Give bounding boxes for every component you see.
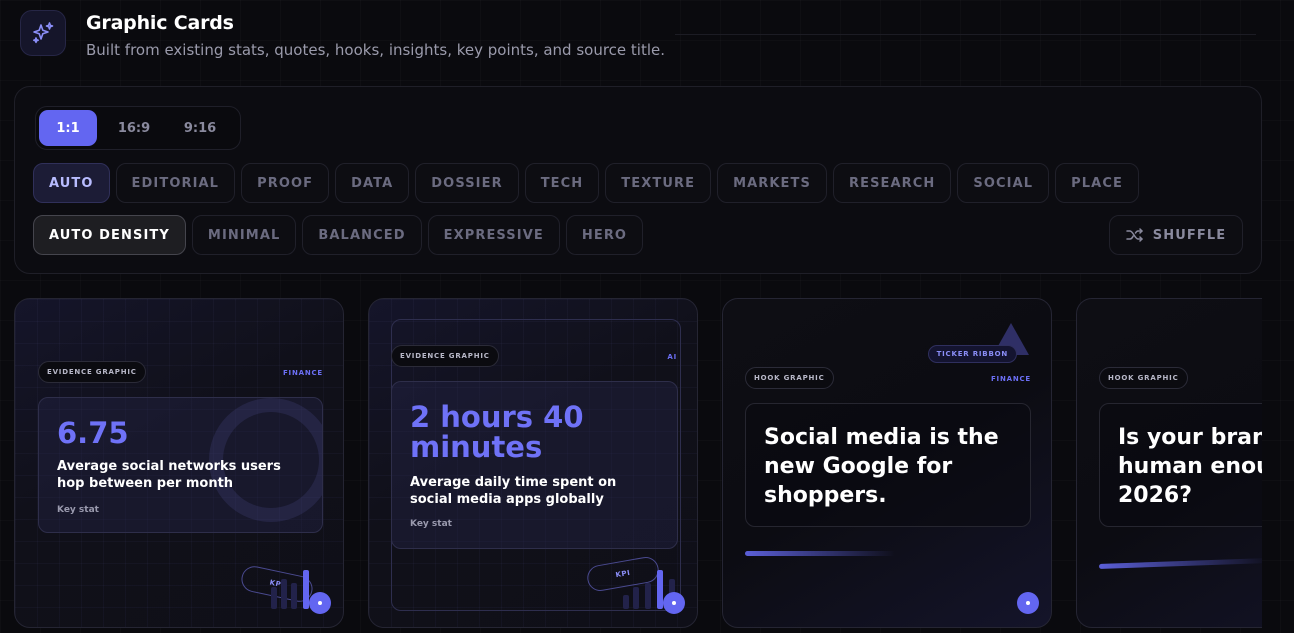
accent-streak: [745, 551, 895, 556]
graphic-card[interactable]: HOOK GRAPHIC Is your brand human enough …: [1076, 298, 1262, 628]
stat-panel: 2 hours 40 minutes Average daily time sp…: [391, 381, 678, 549]
card-type-pill: HOOK GRAPHIC: [745, 367, 834, 389]
style-chip-research[interactable]: RESEARCH: [832, 163, 952, 203]
style-chip-proof[interactable]: PROOF: [241, 163, 330, 203]
sparkles-icon: [20, 10, 66, 56]
card-category-tag: AI: [667, 353, 677, 361]
shuffle-button[interactable]: SHUFFLE: [1109, 215, 1243, 255]
style-chip-row: AUTO EDITORIAL PROOF DATA DOSSIER TECH T…: [33, 163, 1145, 203]
card-type-pill: EVIDENCE GRAPHIC: [38, 361, 146, 383]
hook-line: shoppers.: [764, 483, 887, 508]
page-title: Graphic Cards: [86, 12, 234, 34]
density-chip-minimal[interactable]: MINIMAL: [191, 215, 297, 255]
ratio-9-16-button[interactable]: 9:16: [171, 110, 229, 146]
stat-note: Key stat: [410, 519, 452, 529]
accent-streak: [1098, 558, 1262, 569]
stat-note: Key stat: [57, 505, 99, 515]
style-chip-data[interactable]: DATA: [335, 163, 410, 203]
card-category-tag: FINANCE: [282, 369, 323, 377]
card-action-dot[interactable]: [309, 592, 331, 614]
style-chip-tech[interactable]: TECH: [524, 163, 600, 203]
card-action-dot[interactable]: [663, 592, 685, 614]
card-category-tag: FINANCE: [990, 375, 1031, 383]
kpi-bar: [633, 587, 639, 609]
hook-line: 2026?: [1118, 483, 1192, 508]
style-chip-place[interactable]: PLACE: [1055, 163, 1139, 203]
kpi-bar: [281, 579, 287, 609]
ratio-16-9-button[interactable]: 16:9: [105, 110, 163, 146]
page-header: Graphic Cards Built from existing stats,…: [20, 10, 665, 59]
card-type-pill: EVIDENCE GRAPHIC: [391, 345, 499, 367]
kpi-bar: [623, 595, 629, 609]
style-chip-texture[interactable]: TEXTURE: [605, 163, 712, 203]
style-chip-markets[interactable]: MARKETS: [717, 163, 827, 203]
hook-panel: Is your brand human enough in 2026?: [1099, 403, 1262, 527]
stat-value: 6.75: [57, 416, 129, 450]
stat-panel: 6.75 Average social networks users hop b…: [38, 397, 323, 533]
ticker-ribbon-pill: TICKER RIBBON: [927, 345, 1017, 363]
controls-panel: 1:1 16:9 9:16 AUTO EDITORIAL PROOF DATA …: [14, 86, 1262, 274]
style-chip-auto[interactable]: AUTO: [33, 163, 110, 203]
style-chip-dossier[interactable]: DOSSIER: [415, 163, 519, 203]
density-chip-row: AUTO DENSITY MINIMAL BALANCED EXPRESSIVE…: [33, 215, 649, 255]
hook-line: Is your brand: [1118, 425, 1262, 450]
card-action-dot[interactable]: [1017, 592, 1039, 614]
shuffle-label: SHUFFLE: [1152, 227, 1227, 243]
kpi-bar: [291, 583, 297, 609]
hook-line: new Google for: [764, 454, 953, 479]
page-subtitle: Built from existing stats, quotes, hooks…: [86, 41, 666, 59]
shuffle-icon: [1126, 228, 1143, 242]
kpi-bar: [645, 583, 651, 609]
hook-panel: Social media is the new Google for shopp…: [745, 403, 1031, 527]
graphic-card[interactable]: EVIDENCE GRAPHIC AI 2 hours 40 minutes A…: [368, 298, 698, 628]
style-chip-editorial[interactable]: EDITORIAL: [115, 163, 236, 203]
graphic-card[interactable]: TICKER RIBBON HOOK GRAPHIC FINANCE Socia…: [722, 298, 1052, 628]
card-gallery: EVIDENCE GRAPHIC FINANCE 6.75 Average so…: [14, 298, 1262, 633]
hook-line: human enough in: [1118, 454, 1262, 479]
aspect-ratio-selector: 1:1 16:9 9:16: [35, 106, 241, 150]
kpi-bar: [271, 587, 277, 609]
hook-line: Social media is the: [764, 425, 999, 450]
stat-value: 2 hours 40 minutes: [410, 400, 584, 465]
density-chip-hero[interactable]: HERO: [565, 215, 644, 255]
style-chip-social[interactable]: SOCIAL: [957, 163, 1050, 203]
stat-description: Average social networks users hop betwee…: [57, 459, 281, 491]
ratio-1-1-button[interactable]: 1:1: [39, 110, 97, 146]
card-type-pill: HOOK GRAPHIC: [1099, 367, 1188, 389]
header-divider: [675, 34, 1256, 35]
density-chip-auto[interactable]: AUTO DENSITY: [33, 215, 186, 255]
stat-description: Average daily time spent on social media…: [410, 475, 617, 507]
density-chip-expressive[interactable]: EXPRESSIVE: [427, 215, 560, 255]
graphic-card[interactable]: EVIDENCE GRAPHIC FINANCE 6.75 Average so…: [14, 298, 344, 628]
density-chip-balanced[interactable]: BALANCED: [302, 215, 422, 255]
